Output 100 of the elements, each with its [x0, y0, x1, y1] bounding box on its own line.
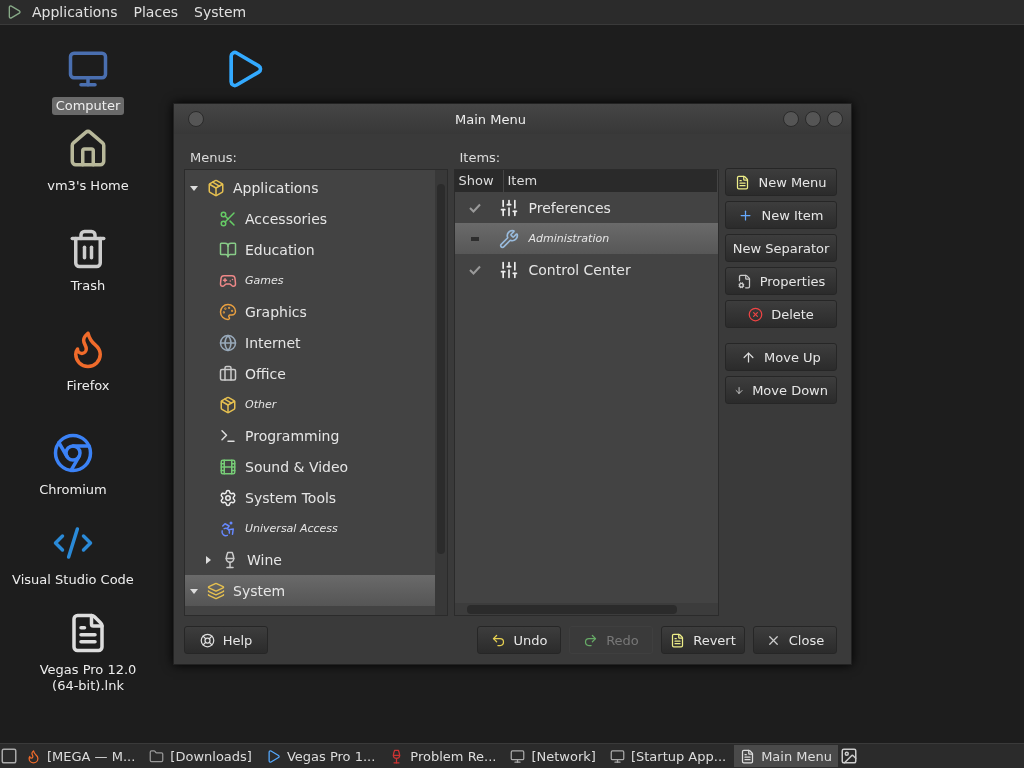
new-menu-icon [735, 174, 751, 190]
menus-label: Menus: [189, 149, 238, 165]
side-button[interactable]: Delete [725, 300, 837, 328]
column-header[interactable]: Show [454, 170, 504, 192]
dialog-button[interactable]: Undo [477, 626, 561, 654]
tree-row[interactable]: Universal Access [185, 513, 435, 544]
tree-label: Office [245, 365, 286, 382]
item-row[interactable]: Control Center [454, 254, 718, 285]
office-icon [219, 364, 237, 383]
home-folder-icon [67, 128, 109, 170]
film-icon [219, 457, 237, 476]
help-icon [199, 632, 215, 648]
tree-row[interactable]: System [185, 575, 435, 606]
taskbar-button[interactable]: [MEGA — M... [20, 745, 142, 767]
properties-icon [736, 273, 752, 289]
tree-row[interactable]: Education [185, 234, 435, 265]
side-button[interactable]: New Item [725, 201, 837, 229]
taskbar-button[interactable]: [Downloads] [143, 745, 258, 767]
dialog-button[interactable]: Revert [661, 626, 745, 654]
workspace-switcher-icon[interactable] [840, 747, 858, 765]
palette-icon [219, 302, 237, 321]
item-row[interactable]: Administration [454, 223, 718, 254]
side-button[interactable]: Move Up [725, 343, 837, 371]
vertical-scrollbar[interactable] [434, 170, 447, 615]
delete-icon [748, 306, 764, 322]
accessibility-icon [219, 519, 237, 538]
tree-label: System Tools [245, 489, 337, 506]
close-button[interactable] [827, 111, 843, 127]
tree-label: System [233, 582, 286, 599]
show-checkbox[interactable] [468, 202, 481, 213]
items-label: Items: [458, 149, 502, 165]
tree-label: Graphics [245, 303, 307, 320]
side-button[interactable]: New Separator [725, 234, 837, 262]
taskbar-button[interactable]: Vegas Pro 1... [259, 745, 382, 767]
column-header[interactable]: Item [503, 170, 718, 192]
minimize-button[interactable] [783, 111, 799, 127]
item-label: Administration [528, 232, 610, 245]
desktop-icon-label[interactable]: Computer [51, 97, 125, 115]
desktop-icon-label[interactable]: vm3's Home [43, 177, 133, 195]
taskbar-button[interactable]: [Startup App... [603, 745, 733, 767]
globe-icon [219, 333, 237, 352]
panel-menu[interactable]: Applications [26, 4, 124, 20]
tree-label: Universal Access [245, 522, 338, 535]
item-row[interactable]: Preferences [454, 192, 718, 223]
window-icon [609, 748, 625, 764]
wrench-icon [498, 228, 519, 249]
revert-icon [670, 632, 686, 648]
tree-label: Accessories [245, 210, 328, 227]
tree-label: Education [245, 241, 315, 258]
help-button[interactable]: Help [184, 626, 268, 654]
tree-row[interactable]: Accessories [185, 203, 435, 234]
item-label: Control Center [528, 261, 631, 278]
browser-icon [52, 432, 94, 474]
horizontal-scrollbar[interactable] [454, 603, 718, 615]
show-checkbox[interactable] [468, 264, 481, 275]
collapsed-arrow-icon[interactable] [203, 554, 213, 565]
desktop-icon-label[interactable]: Firefox [62, 377, 114, 395]
panel-menu[interactable]: System [188, 4, 253, 20]
tree-label: Internet [245, 334, 301, 351]
tree-row[interactable]: Sound & Video [185, 451, 435, 482]
side-button[interactable]: Move Down [725, 376, 837, 404]
desktop-icon-label[interactable]: Trash [66, 277, 110, 295]
taskbar-button[interactable]: Problem Re... [383, 745, 503, 767]
tree-label: Other [245, 398, 277, 411]
menu-editor-icon [740, 748, 756, 764]
sliders-icon [498, 259, 519, 280]
side-button[interactable]: New Menu [725, 168, 837, 196]
desktop-icon-label[interactable]: Vegas Pro 12.0 (64-bit).lnk [23, 661, 153, 695]
tree-label: Wine [247, 551, 282, 568]
side-button[interactable]: Properties [725, 267, 837, 295]
tree-row[interactable]: Programming [185, 420, 435, 451]
dialog-button[interactable]: Close [753, 626, 837, 654]
panel-menu[interactable]: Places [127, 4, 185, 20]
maximize-button[interactable] [805, 111, 821, 127]
taskbar-button[interactable]: Main Menu [734, 745, 838, 767]
tree-row[interactable]: Wine [185, 544, 435, 575]
taskbar-button[interactable]: [Network] [504, 745, 602, 767]
show-desktop-icon[interactable] [0, 747, 18, 765]
tree-row[interactable]: Other [185, 389, 435, 420]
undo-icon [490, 632, 506, 648]
desktop-icon-label[interactable]: Visual Studio Code [8, 571, 138, 589]
education-icon [219, 240, 237, 259]
desktop-icon-label[interactable]: Chromium [35, 481, 111, 499]
tree-row[interactable]: Graphics [185, 296, 435, 327]
tree-row[interactable]: Internet [185, 327, 435, 358]
tree-row[interactable]: Office [185, 358, 435, 389]
tree-label: Programming [245, 427, 340, 444]
tree-label: Sound & Video [245, 458, 349, 475]
gear-icon [219, 488, 237, 507]
tree-label: Games [245, 274, 284, 287]
tree-label: Applications [233, 179, 319, 196]
tree-row[interactable]: System Tools [185, 482, 435, 513]
window-menu-button[interactable] [188, 111, 204, 127]
package-icon [207, 178, 225, 197]
tree-row[interactable]: Games [185, 265, 435, 296]
tree-row[interactable]: Applications [185, 172, 435, 203]
package-icon [219, 395, 237, 414]
play-icon [265, 748, 281, 764]
accessories-icon [219, 209, 237, 228]
panel-logo-icon[interactable] [6, 4, 22, 20]
